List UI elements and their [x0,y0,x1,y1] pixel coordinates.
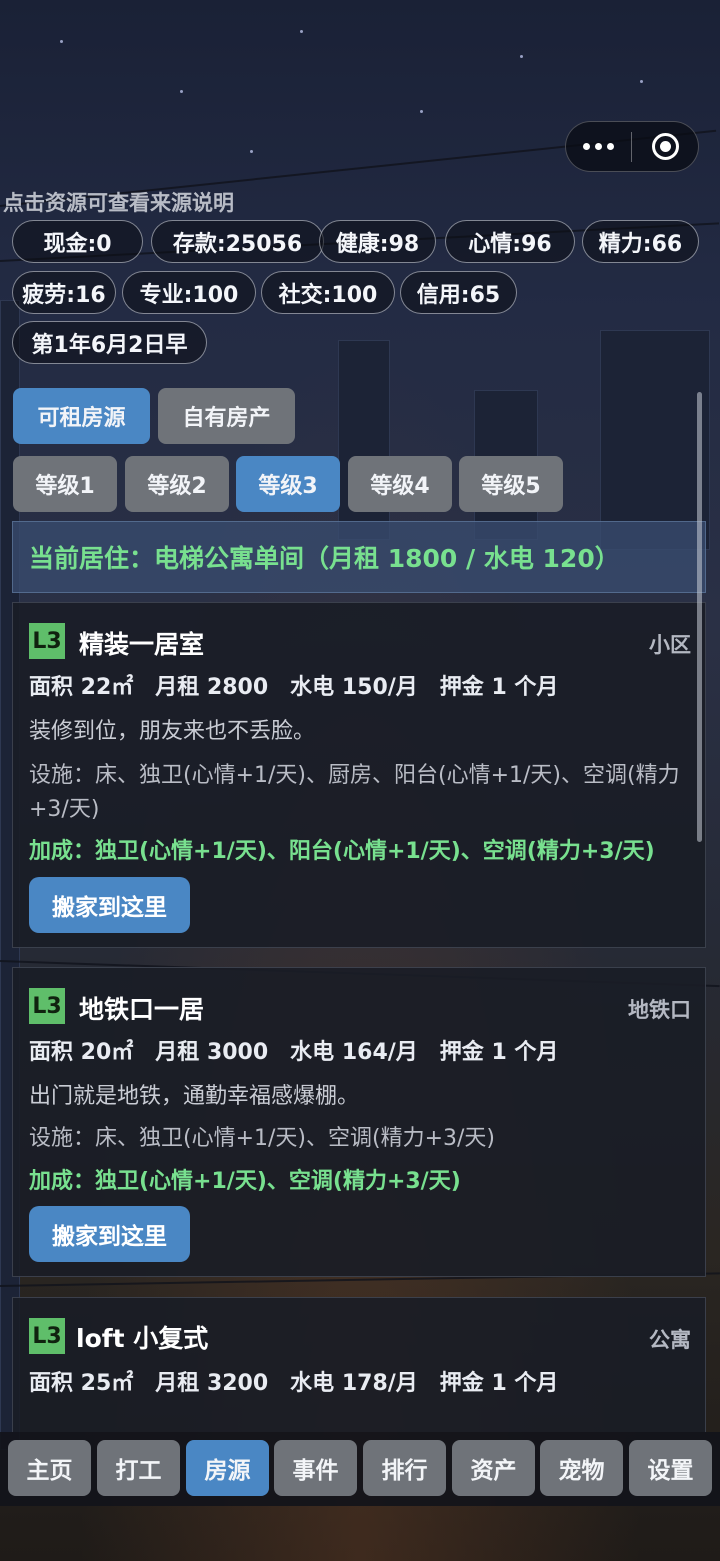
level-tab-2[interactable]: 等级2 [125,456,229,512]
close-target-icon[interactable] [632,133,698,160]
spec-area: 面积 20㎡ [29,1040,134,1065]
listing-card: L3 loft 小复式 公寓 面积 25㎡ 月租 3200 水电 178/月 押金 1… [12,1297,706,1432]
current-residence: 当前居住：电梯公寓单间（月租 1800 / 水电 120） [12,521,706,593]
level-badge: L3 [29,623,65,659]
level-tab-4[interactable]: 等级4 [348,456,452,512]
nav-settings[interactable]: 设置 [629,1440,712,1496]
nav-events[interactable]: 事件 [274,1440,357,1496]
listing-facilities: 设施：床、独卫(心情+1/天)、空调(精力+3/天) [29,1126,496,1151]
tab-rentable-listings[interactable]: 可租房源 [13,388,150,444]
spec-area: 面积 25㎡ [29,1371,134,1396]
more-menu-icon[interactable] [566,143,631,150]
nav-work[interactable]: 打工 [97,1440,180,1496]
spec-utilities: 水电 164/月 [290,1040,418,1065]
move-here-button[interactable]: 搬家到这里 [29,877,190,933]
level-tab-1[interactable]: 等级1 [13,456,117,512]
level-tab-5[interactable]: 等级5 [459,456,563,512]
spec-deposit: 押金 1 个月 [439,1040,559,1065]
spec-utilities: 水电 178/月 [290,1371,418,1396]
listing-bonus: 加成：独卫(心情+1/天)、阳台(心情+1/天)、空调(精力+3/天) [29,839,655,864]
listing-specs: 面积 20㎡ 月租 3000 水电 164/月 押金 1 个月 [29,1036,691,1070]
listing-title: 精装一居室 [79,630,205,659]
mini-program-capsule [565,121,699,172]
listing-area-tag: 公寓 [649,1328,691,1352]
tab-owned-property[interactable]: 自有房产 [158,388,295,444]
listing-description: 装修到位，朋友来也不丢脸。 [29,719,316,744]
nav-home[interactable]: 主页 [8,1440,91,1496]
stat-profession[interactable]: 专业:100 [122,271,256,314]
spec-rent: 月租 3000 [155,1040,269,1065]
housing-page: 点击资源可查看来源说明 现金:0 存款:25056 健康:98 心情:96 精力… [0,0,720,1561]
game-date: 第1年6月2日早 [12,321,207,364]
listing-specs: 面积 25㎡ 月租 3200 水电 178/月 押金 1 个月 [29,1367,691,1401]
spec-utilities: 水电 150/月 [290,675,418,700]
stat-savings[interactable]: 存款:25056 [151,220,324,263]
listing-card: L3 地铁口一居 地铁口 面积 20㎡ 月租 3000 水电 164/月 押金 1 个… [12,967,706,1277]
nav-pets[interactable]: 宠物 [540,1440,623,1496]
level-tab-3[interactable]: 等级3 [236,456,340,512]
stat-mood[interactable]: 心情:96 [445,220,575,263]
listing-description: 出门就是地铁，通勤幸福感爆棚。 [29,1084,360,1109]
stat-health[interactable]: 健康:98 [319,220,436,263]
spec-rent: 月租 2800 [155,675,269,700]
stat-energy[interactable]: 精力:66 [582,220,699,263]
resource-hint: 点击资源可查看来源说明 [3,191,234,215]
level-badge: L3 [29,988,65,1024]
stat-fatigue[interactable]: 疲劳:16 [12,271,116,314]
spec-area: 面积 22㎡ [29,675,134,700]
listing-bonus: 加成：独卫(心情+1/天)、空调(精力+3/天) [29,1169,461,1194]
listing-area-tag: 小区 [649,633,691,657]
nav-ranking[interactable]: 排行 [363,1440,446,1496]
nav-housing[interactable]: 房源 [186,1440,269,1496]
stat-credit[interactable]: 信用:65 [400,271,517,314]
listing-specs: 面积 22㎡ 月租 2800 水电 150/月 押金 1 个月 [29,671,691,705]
stat-social[interactable]: 社交:100 [261,271,395,314]
listing-area-tag: 地铁口 [628,998,691,1022]
stat-cash[interactable]: 现金:0 [12,220,143,263]
listing-facilities: 设施：床、独卫(心情+1/天)、厨房、阳台(心情+1/天)、空调(精力+3/天) [29,763,680,822]
move-here-button[interactable]: 搬家到这里 [29,1206,190,1262]
level-badge: L3 [29,1318,65,1354]
listing-title: 地铁口一居 [79,995,205,1024]
scrollbar[interactable] [697,392,702,842]
spec-rent: 月租 3200 [155,1371,269,1396]
nav-assets[interactable]: 资产 [452,1440,535,1496]
listing-title: loft 小复式 [76,1324,209,1353]
spec-deposit: 押金 1 个月 [439,1371,559,1396]
listing-card: L3 精装一居室 小区 面积 22㎡ 月租 2800 水电 150/月 押金 1 个月… [12,602,706,948]
spec-deposit: 押金 1 个月 [439,675,559,700]
bottom-nav: 主页 打工 房源 事件 排行 资产 宠物 设置 [0,1432,720,1506]
